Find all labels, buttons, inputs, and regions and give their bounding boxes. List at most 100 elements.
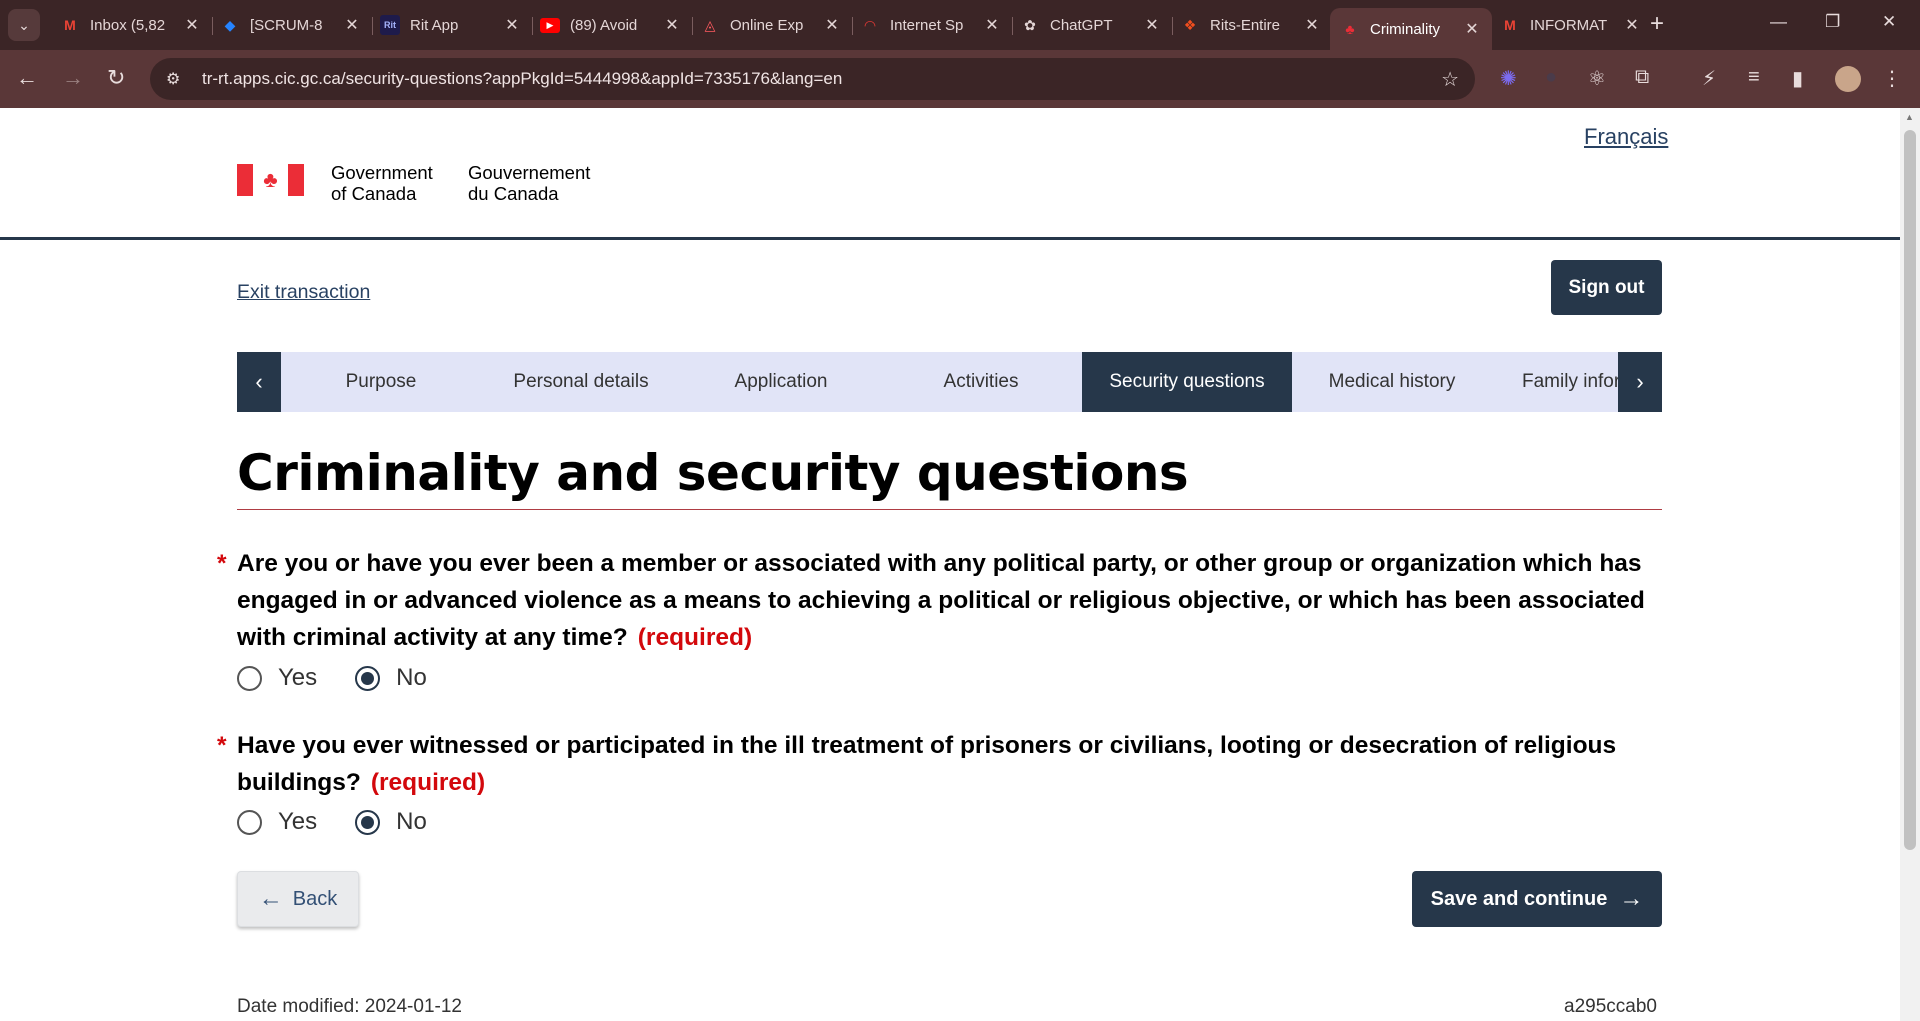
tab-title: [SCRUM-8 — [250, 16, 323, 34]
browser-tab[interactable]: M INFORMAT ✕ — [1490, 8, 1652, 42]
close-icon[interactable]: ✕ — [342, 15, 362, 35]
bookmark-star-icon[interactable]: ☆ — [1441, 67, 1459, 92]
close-icon[interactable]: ✕ — [822, 15, 842, 35]
window-close-icon[interactable]: ✕ — [1882, 12, 1896, 32]
close-icon[interactable]: ✕ — [1142, 15, 1162, 35]
chevron-right-icon[interactable]: › — [1618, 352, 1662, 412]
media-control-icon[interactable]: ≡ — [1748, 66, 1760, 89]
forward-arrow-icon[interactable]: → — [62, 65, 84, 91]
radio-yes[interactable] — [237, 809, 262, 835]
scrollbar-thumb[interactable] — [1904, 130, 1916, 850]
question-1-options: Yes No — [237, 664, 465, 692]
performance-icon[interactable]: ⚡ — [1702, 66, 1716, 91]
browser-toolbar: ← → ↻ ⚙ tr-rt.apps.cic.gc.ca/security-qu… — [0, 50, 1920, 108]
question-1-text: Are you or have you ever been a member o… — [237, 550, 1645, 651]
browser-tab[interactable]: Rit Rit App ✕ — [370, 8, 533, 42]
back-arrow-icon[interactable]: ← — [16, 65, 38, 91]
step-navigation: ‹ Purpose Personal details Application A… — [237, 352, 1662, 412]
step-purpose[interactable]: Purpose — [281, 352, 481, 412]
step-personal-details[interactable]: Personal details — [481, 352, 681, 412]
required-asterisk: * — [217, 732, 227, 759]
profile-avatar[interactable] — [1835, 66, 1861, 92]
step-medical-history[interactable]: Medical history — [1292, 352, 1492, 412]
tab-title: Rits-Entire — [1210, 16, 1281, 34]
language-toggle-link[interactable]: Français — [1584, 124, 1668, 150]
airbnb-icon: ◬ — [704, 16, 716, 33]
close-icon[interactable]: ✕ — [662, 15, 682, 35]
jira-icon: ◆ — [224, 16, 236, 33]
new-tab-icon[interactable]: + — [1650, 10, 1664, 38]
tab-title: Rit App — [410, 16, 459, 34]
side-panel-icon[interactable]: ▮ — [1792, 66, 1803, 91]
close-icon[interactable]: ✕ — [1462, 19, 1482, 39]
question-2-options: Yes No — [237, 808, 465, 836]
tab-title: Internet Sp — [890, 16, 964, 34]
page-scrollbar[interactable]: ▲ — [1900, 108, 1920, 1021]
radio-label-yes[interactable]: Yes — [278, 808, 317, 836]
chatgpt-icon: ✿ — [1024, 16, 1036, 33]
browser-tab-active[interactable]: ♣ Criminality ✕ — [1330, 8, 1492, 50]
close-icon[interactable]: ✕ — [502, 15, 522, 35]
browser-tab[interactable]: M Inbox (5,82 ✕ — [50, 8, 213, 42]
extension-icon[interactable]: ● — [1545, 66, 1557, 89]
extension-icon[interactable]: ✺ — [1500, 66, 1517, 91]
extensions-puzzle-icon[interactable]: ⧉ — [1635, 66, 1649, 89]
gov-signature-fr[interactable]: Gouvernement du Canada — [468, 162, 590, 204]
required-label: (required) — [637, 624, 753, 651]
step-activities[interactable]: Activities — [881, 352, 1081, 412]
youtube-icon: ▶ — [540, 17, 560, 33]
sign-out-button[interactable]: Sign out — [1551, 260, 1662, 315]
restore-icon[interactable]: ❐ — [1825, 12, 1840, 32]
react-devtools-icon[interactable]: ⚛ — [1588, 66, 1606, 91]
more-menu-icon[interactable]: ⋮ — [1882, 66, 1902, 91]
step-security-questions[interactable]: Security questions — [1082, 352, 1292, 412]
browser-tab[interactable]: ◠ Internet Sp ✕ — [850, 8, 1013, 42]
exit-transaction-link[interactable]: Exit transaction — [237, 281, 370, 304]
close-icon[interactable]: ✕ — [1622, 15, 1642, 35]
radio-label-no[interactable]: No — [396, 664, 427, 692]
gmail-icon: M — [1504, 17, 1516, 33]
address-bar[interactable]: ⚙ tr-rt.apps.cic.gc.ca/security-question… — [150, 58, 1475, 100]
browser-tab-bar: ⌄ M Inbox (5,82 ✕ ◆ [SCRUM-8 ✕ Rit Rit A… — [0, 0, 1920, 50]
tab-search-button[interactable]: ⌄ — [8, 9, 40, 41]
radio-no-selected[interactable] — [355, 809, 381, 835]
step-application[interactable]: Application — [681, 352, 881, 412]
reload-icon[interactable]: ↻ — [107, 65, 125, 91]
tab-title: INFORMAT — [1530, 16, 1608, 34]
tab-title: Criminality — [1370, 20, 1441, 38]
question-2: * Have you ever witnessed or participate… — [217, 727, 1667, 801]
title-underline — [237, 509, 1662, 510]
url-text[interactable]: tr-rt.apps.cic.gc.ca/security-questions?… — [202, 69, 842, 89]
browser-tab[interactable]: ▶ (89) Avoid ✕ — [530, 8, 693, 42]
gov-signature-en[interactable]: Government of Canada — [331, 162, 433, 204]
radio-no-selected[interactable] — [355, 665, 381, 691]
figma-icon: ❖ — [1183, 16, 1197, 33]
page-content: Français ♣ Government of Canada Gouverne… — [0, 108, 1900, 1021]
speedtest-icon: ◠ — [864, 16, 876, 33]
close-icon[interactable]: ✕ — [982, 15, 1002, 35]
browser-tab[interactable]: ✿ ChatGPT ✕ — [1010, 8, 1173, 42]
close-icon[interactable]: ✕ — [182, 15, 202, 35]
canada-maple-icon: ♣ — [1345, 21, 1355, 37]
minimize-icon[interactable]: — — [1770, 12, 1787, 32]
required-asterisk: * — [217, 550, 227, 577]
chevron-left-icon[interactable]: ‹ — [237, 352, 281, 412]
canada-flag-icon: ♣ — [237, 164, 304, 196]
tab-title: Online Exp — [730, 16, 804, 34]
tab-title: ChatGPT — [1050, 16, 1113, 34]
scroll-up-icon[interactable]: ▲ — [1905, 112, 1914, 122]
site-info-icon[interactable]: ⚙ — [166, 69, 188, 89]
radio-label-no[interactable]: No — [396, 808, 427, 836]
radio-yes[interactable] — [237, 665, 262, 691]
browser-tab[interactable]: ❖ Rits-Entire ✕ — [1170, 8, 1332, 42]
back-button[interactable]: ← Back — [237, 871, 359, 927]
gmail-icon: M — [64, 17, 76, 33]
browser-tab[interactable]: ◆ [SCRUM-8 ✕ — [210, 8, 373, 42]
date-modified: Date modified: 2024-01-12 — [237, 996, 462, 1017]
arrow-right-icon: → — [1619, 885, 1644, 912]
browser-tab[interactable]: ◬ Online Exp ✕ — [690, 8, 853, 42]
save-and-continue-button[interactable]: Save and continue → — [1412, 871, 1662, 927]
required-label: (required) — [370, 769, 486, 796]
close-icon[interactable]: ✕ — [1302, 15, 1322, 35]
radio-label-yes[interactable]: Yes — [278, 664, 317, 692]
